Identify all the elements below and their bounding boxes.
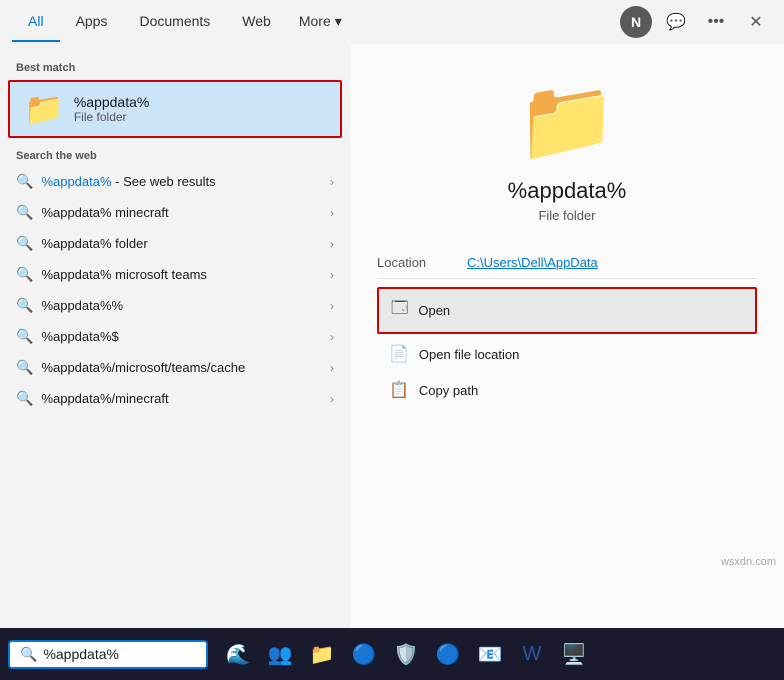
result-left: 🔍 %appdata%$: [16, 328, 119, 345]
taskbar-search[interactable]: 🔍: [8, 640, 208, 669]
open-icon: 🗔: [391, 297, 408, 324]
result-left: 🔍 %appdata% - See web results: [16, 173, 216, 190]
result-text: %appdata% microsoft teams: [41, 267, 206, 282]
chevron-right-icon: ›: [330, 392, 334, 406]
chevron-right-icon: ›: [330, 237, 334, 251]
result-left: 🔍 %appdata% microsoft teams: [16, 266, 207, 283]
close-icon[interactable]: ✕: [740, 6, 772, 38]
nav-right: N 💬 ••• ✕: [620, 6, 772, 38]
tab-documents[interactable]: Documents: [123, 3, 226, 42]
chrome-icon[interactable]: 🔵: [344, 634, 384, 674]
list-item[interactable]: 🔍 %appdata%$ ›: [0, 321, 350, 352]
list-item[interactable]: 🔍 %appdata% - See web results ›: [0, 166, 350, 197]
more-label: More: [299, 13, 331, 29]
edge-icon[interactable]: 🌊: [218, 634, 258, 674]
folder-icon: 📁: [24, 90, 64, 128]
result-text: %appdata% - See web results: [41, 174, 215, 189]
list-item[interactable]: 🔍 %appdata%/microsoft/teams/cache ›: [0, 352, 350, 383]
explorer-icon[interactable]: 📁: [302, 634, 342, 674]
open-label: Open: [418, 303, 450, 318]
search-icon: 🔍: [16, 390, 33, 407]
open-file-location-action[interactable]: 📄 Open file location: [377, 336, 757, 372]
location-label: Location: [377, 255, 467, 270]
chevron-right-icon: ›: [330, 299, 334, 313]
chevron-right-icon: ›: [330, 175, 334, 189]
more-options-icon[interactable]: •••: [700, 6, 732, 38]
tab-more[interactable]: More ▾: [287, 3, 354, 42]
app-title: %appdata%: [508, 178, 627, 204]
chevron-right-icon: ›: [330, 361, 334, 375]
teams-icon[interactable]: 👥: [260, 634, 300, 674]
location-value[interactable]: C:\Users\Dell\AppData: [467, 255, 598, 270]
app-folder-icon: 📁: [517, 74, 617, 168]
chevron-right-icon: ›: [330, 330, 334, 344]
copy-path-icon: 📋: [389, 380, 409, 400]
left-panel: Best match 📁 %appdata% File folder Searc…: [0, 44, 350, 628]
result-left: 🔍 %appdata% minecraft: [16, 204, 169, 221]
best-match-item[interactable]: 📁 %appdata% File folder: [8, 80, 342, 138]
list-item[interactable]: 🔍 %appdata% folder ›: [0, 228, 350, 259]
best-match-subtitle: File folder: [74, 110, 150, 124]
result-text: %appdata%$: [41, 329, 118, 344]
result-left: 🔍 %appdata%/minecraft: [16, 390, 169, 407]
result-text: %appdata%/minecraft: [41, 391, 168, 406]
action-list: 🗔 Open 📄 Open file location 📋 Copy path: [377, 287, 757, 408]
result-left: 🔍 %appdata%/microsoft/teams/cache: [16, 359, 245, 376]
open-file-location-label: Open file location: [419, 347, 519, 362]
search-icon: 🔍: [16, 297, 33, 314]
tab-apps[interactable]: Apps: [60, 3, 124, 42]
list-item[interactable]: 🔍 %appdata% microsoft teams ›: [0, 259, 350, 290]
chevron-right-icon: ›: [330, 206, 334, 220]
search-icon: 🔍: [16, 173, 33, 190]
tab-all[interactable]: All: [12, 3, 60, 42]
chevron-right-icon: ›: [330, 268, 334, 282]
search-input[interactable]: [43, 646, 196, 662]
info-row: Location C:\Users\Dell\AppData: [377, 247, 757, 279]
taskbar-search-icon: 🔍: [20, 646, 37, 663]
search-icon: 🔍: [16, 328, 33, 345]
google-icon[interactable]: 🔵: [428, 634, 468, 674]
mail-icon[interactable]: 📧: [470, 634, 510, 674]
result-text: %appdata% minecraft: [41, 205, 168, 220]
antivirus-icon[interactable]: 🛡️: [386, 634, 426, 674]
copy-path-label: Copy path: [419, 383, 478, 398]
result-left: 🔍 %appdata% folder: [16, 235, 148, 252]
word-icon[interactable]: W: [512, 634, 552, 674]
result-text: %appdata%%: [41, 298, 123, 313]
search-icon: 🔍: [16, 204, 33, 221]
top-nav: All Apps Documents Web More ▾ N 💬 ••• ✕: [0, 0, 784, 44]
result-text: %appdata% folder: [41, 236, 147, 251]
app-subtitle: File folder: [538, 208, 595, 223]
main-layout: Best match 📁 %appdata% File folder Searc…: [0, 44, 784, 628]
result-text: %appdata%/microsoft/teams/cache: [41, 360, 245, 375]
best-match-text: %appdata% File folder: [74, 94, 150, 124]
app-icon-extra[interactable]: 🖥️: [554, 634, 594, 674]
user-avatar[interactable]: N: [620, 6, 652, 38]
list-item[interactable]: 🔍 %appdata% minecraft ›: [0, 197, 350, 228]
search-web-label: Search the web: [0, 140, 350, 166]
best-match-title: %appdata%: [74, 94, 150, 110]
feedback-icon[interactable]: 💬: [660, 6, 692, 38]
list-item[interactable]: 🔍 %appdata%% ›: [0, 290, 350, 321]
open-action[interactable]: 🗔 Open: [377, 287, 757, 334]
chevron-down-icon: ▾: [335, 13, 342, 30]
file-location-icon: 📄: [389, 344, 409, 364]
nav-tabs: All Apps Documents Web More ▾: [12, 3, 620, 42]
tab-web[interactable]: Web: [226, 3, 287, 42]
best-match-label: Best match: [0, 56, 350, 78]
search-icon: 🔍: [16, 235, 33, 252]
search-icon: 🔍: [16, 359, 33, 376]
list-item[interactable]: 🔍 %appdata%/minecraft ›: [0, 383, 350, 414]
copy-path-action[interactable]: 📋 Copy path: [377, 372, 757, 408]
search-icon: 🔍: [16, 266, 33, 283]
taskbar: 🔍 🌊 👥 📁 🔵 🛡️ 🔵 📧 W 🖥️: [0, 628, 784, 680]
right-panel: 📁 %appdata% File folder Location C:\User…: [350, 44, 784, 628]
watermark: wsxdn.com: [721, 556, 776, 568]
result-left: 🔍 %appdata%%: [16, 297, 123, 314]
